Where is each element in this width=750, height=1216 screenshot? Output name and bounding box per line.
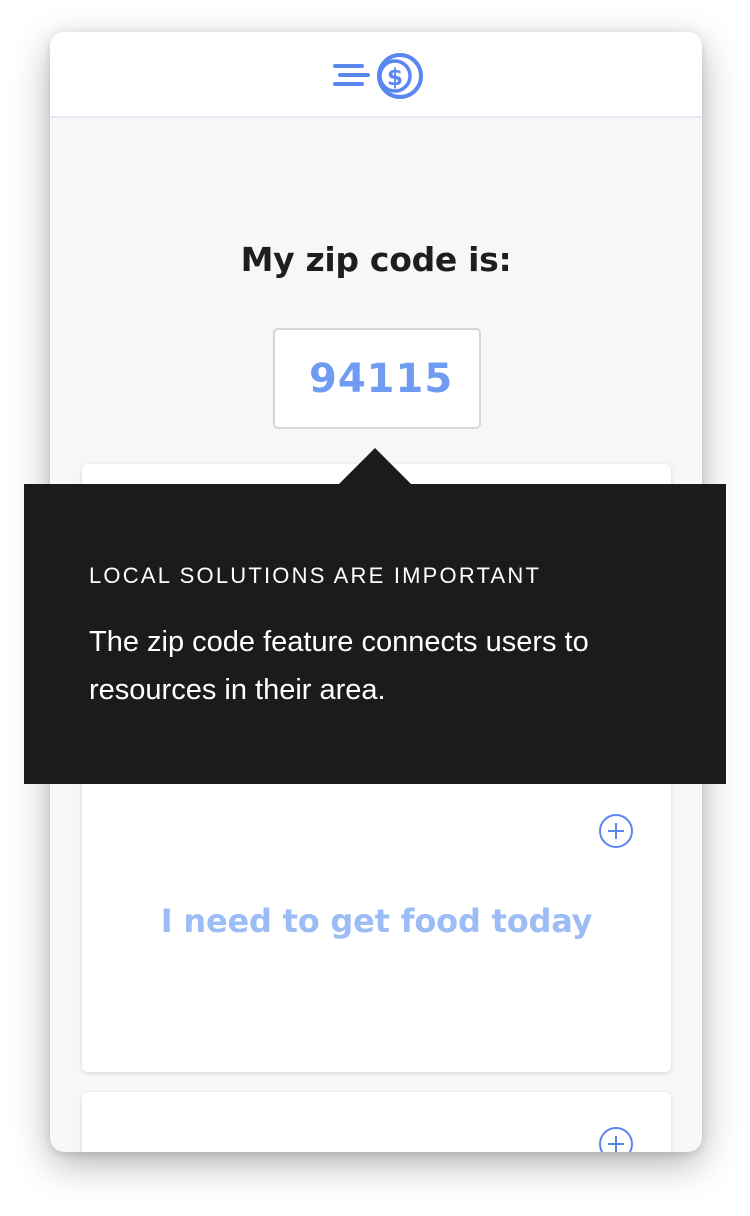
zip-code-title: My zip code is:	[240, 240, 512, 279]
plus-circle-icon[interactable]	[598, 1126, 634, 1152]
coin-speed-icon[interactable]: $	[332, 48, 424, 104]
app-header: $	[50, 32, 702, 118]
tooltip-pointer	[339, 448, 411, 484]
tooltip-heading: LOCAL SOLUTIONS ARE IMPORTANT	[89, 563, 542, 588]
tooltip-body: The zip code feature connects users to r…	[89, 626, 589, 706]
plus-circle-icon[interactable]	[598, 813, 634, 849]
info-tooltip: LOCAL SOLUTIONS ARE IMPORTANT The zip co…	[24, 448, 726, 784]
need-card-label: I need to get food today	[160, 902, 593, 940]
svg-text:$: $	[387, 65, 403, 91]
zip-code-input[interactable]	[273, 328, 481, 429]
need-card[interactable]	[82, 1092, 671, 1152]
